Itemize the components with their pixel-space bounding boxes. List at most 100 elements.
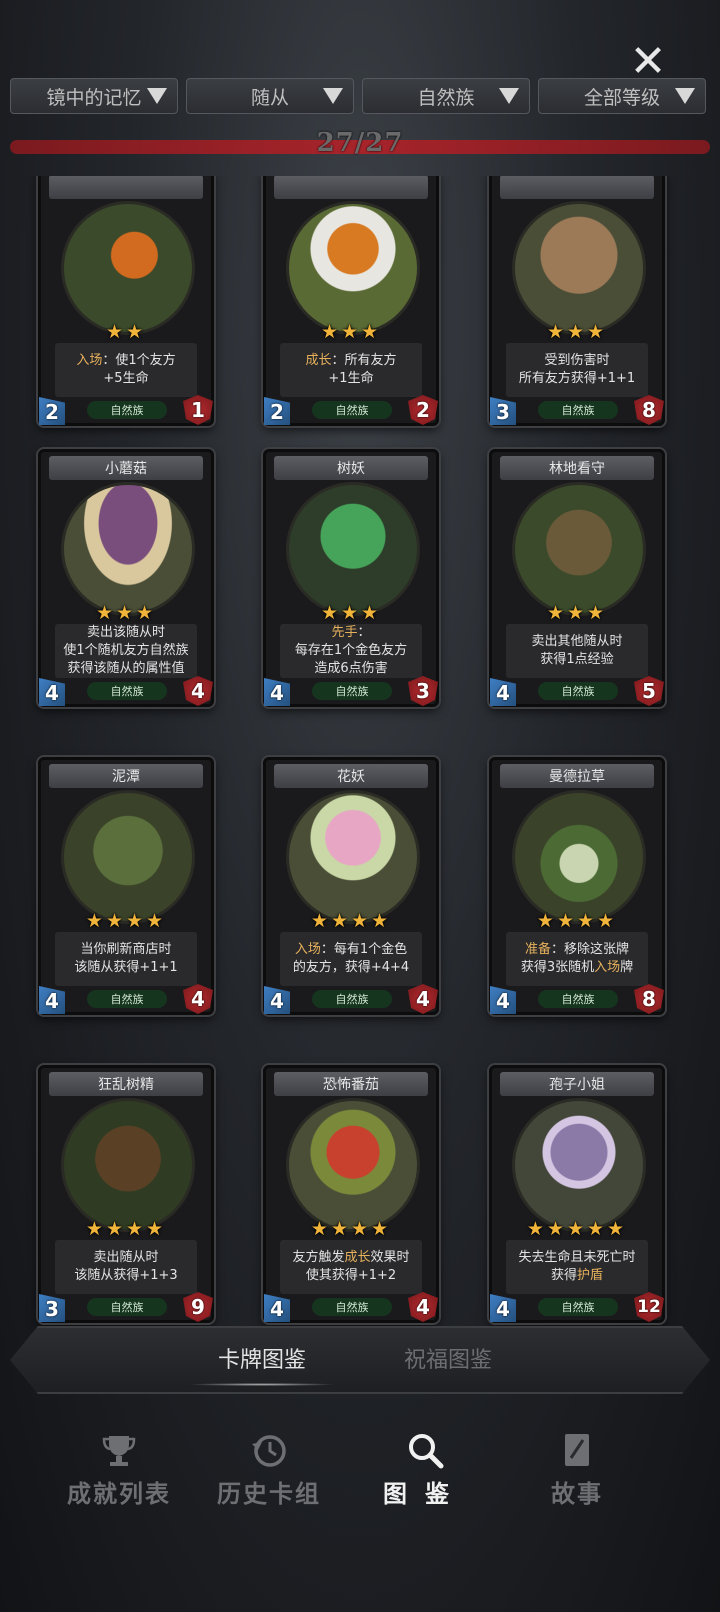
- minion-card[interactable]: 小蘑菇 ★★★ 卖出该随从时 使1个随机友方自然族 获得该随从的属性值 自然族 4 4: [38, 449, 214, 707]
- card-portrait-flower-fairy: [286, 790, 420, 924]
- card-portrait-dryad: [286, 482, 420, 616]
- minion-card[interactable]: 树妖 ★★★ 先手： 每存在1个金色友方 造成6点伤害 自然族 4 3: [263, 449, 439, 707]
- card-description: 受到伤害时 所有友方获得+1+1: [506, 343, 648, 397]
- history-icon: [252, 1435, 286, 1467]
- card-portrait-terror-tomato: [286, 1098, 420, 1232]
- tab-card-collection[interactable]: 卡牌图鉴: [187, 1342, 337, 1386]
- card-attack-badge: 2: [264, 397, 290, 425]
- minion-card[interactable]: 林地看守 ★★★ 卖出其他随从时 获得1点经验 自然族 4 5: [489, 449, 665, 707]
- dropdown-arrow-icon: [323, 88, 343, 104]
- card-attack-badge: 4: [264, 678, 290, 706]
- nav-label: 故事: [551, 1480, 603, 1508]
- card-attack-badge: 4: [490, 1294, 516, 1322]
- minion-card[interactable]: 花妖 ★★★★ 入场：每有1个金色 的友方，获得+4+4 自然族 4 4: [263, 757, 439, 1015]
- minion-card[interactable]: 泥潭 ★★★★ 当你刷新商店时 该随从获得+1+1 自然族 4 4: [38, 757, 214, 1015]
- nav-story[interactable]: 故事: [502, 1430, 652, 1520]
- card-name: 树妖: [274, 456, 428, 480]
- card-name: [49, 176, 203, 199]
- nav-collection[interactable]: 图鉴: [350, 1430, 500, 1520]
- card-health-badge: 4: [183, 676, 213, 706]
- card-portrait-wood-golem: [512, 201, 646, 335]
- card-race-tag: 自然族: [87, 990, 167, 1008]
- filter-label: 随从: [250, 86, 289, 109]
- card-description: 卖出随从时 该随从获得+1+3: [55, 1240, 197, 1294]
- card-star-rating: ★★★: [95, 602, 157, 624]
- card-attack-badge: 4: [39, 986, 65, 1014]
- card-health-badge: 5: [634, 676, 664, 706]
- filter-dropdown-level[interactable]: 全部等级: [538, 78, 706, 114]
- dropdown-arrow-icon: [675, 88, 695, 104]
- card-description: 成长：所有友方 +1生命: [280, 343, 422, 397]
- card-star-rating: ★★★★: [536, 910, 618, 932]
- card-portrait-pumpkin-cat: [286, 201, 420, 335]
- filter-dropdown-race[interactable]: 自然族: [362, 78, 530, 114]
- minion-card[interactable]: ★★ 入场：使1个友方 +5生命自然族 2 1: [38, 176, 214, 426]
- minion-card[interactable]: 曼德拉草 ★★★★ 准备：移除这张牌 获得3张随机入场牌 自然族 4 8: [489, 757, 665, 1015]
- card-name: 林地看守: [500, 456, 654, 480]
- filter-label: 镜中的记忆: [46, 86, 142, 109]
- card-description: 失去生命且未死亡时 获得护盾: [506, 1240, 648, 1294]
- nav-label: 历史卡组: [217, 1480, 321, 1508]
- minion-card[interactable]: ★★★ 成长：所有友方 +1生命自然族 2 2: [263, 176, 439, 426]
- minion-card[interactable]: 恐怖番茄 ★★★★ 友方触发成长效果时 使其获得+1+2 自然族 4 4: [263, 1065, 439, 1323]
- card-name: 泥潭: [49, 764, 203, 788]
- card-attack-badge: 4: [490, 986, 516, 1014]
- tab-blessing-collection[interactable]: 祝福图鉴: [404, 1342, 492, 1374]
- card-portrait-mandrake: [512, 790, 646, 924]
- filter-label: 全部等级: [583, 86, 660, 109]
- filter-bar: 镜中的记忆 随从 自然族 全部等级: [10, 78, 710, 114]
- nav-achievements[interactable]: 成就列表: [44, 1430, 194, 1520]
- card-star-rating: ★★★★: [310, 1218, 392, 1240]
- card-attack-badge: 4: [490, 678, 516, 706]
- card-portrait-frenzied-treant: [61, 1098, 195, 1232]
- card-description: 友方触发成长效果时 使其获得+1+2: [280, 1240, 422, 1294]
- card-race-tag: 自然族: [312, 401, 392, 419]
- dropdown-arrow-icon: [147, 88, 167, 104]
- nav-history-decks[interactable]: 历史卡组: [194, 1430, 344, 1520]
- card-name: 小蘑菇: [49, 456, 203, 480]
- minion-card[interactable]: 孢子小姐 ★★★★★ 失去生命且未死亡时 获得护盾 自然族 4 12: [489, 1065, 665, 1323]
- card-race-tag: 自然族: [538, 682, 618, 700]
- card-health-badge: 1: [183, 395, 213, 425]
- minion-card[interactable]: 狂乱树精 ★★★★ 卖出随从时 该随从获得+1+3 自然族 3 9: [38, 1065, 214, 1323]
- card-health-badge: 8: [634, 395, 664, 425]
- card-star-rating: ★★★: [546, 321, 608, 343]
- filter-label: 自然族: [417, 86, 475, 109]
- card-description: 准备：移除这张牌 获得3张随机入场牌: [506, 932, 648, 986]
- card-grid[interactable]: ★★ 入场：使1个友方 +5生命 自然族 2 1 ★★★ 成长：所有友方 +1生命 自然族 2 2 ★★…: [0, 176, 720, 1362]
- card-race-tag: 自然族: [312, 682, 392, 700]
- minion-card[interactable]: ★★★ 受到伤害时 所有友方获得+1+1 自然族 3 8: [489, 176, 665, 426]
- card-name: 曼德拉草: [500, 764, 654, 788]
- card-star-rating: ★★: [105, 321, 147, 343]
- card-star-rating: ★★★: [320, 321, 382, 343]
- magnifier-icon: [409, 1434, 444, 1469]
- card-name: 恐怖番茄: [274, 1072, 428, 1096]
- card-race-tag: 自然族: [87, 682, 167, 700]
- card-portrait-spore-lady: [512, 1098, 646, 1232]
- card-attack-badge: 2: [39, 397, 65, 425]
- nav-label: 成就列表: [67, 1480, 171, 1508]
- card-race-tag: 自然族: [538, 990, 618, 1008]
- card-description: 卖出该随从时 使1个随机友方自然族 获得该随从的属性值: [55, 624, 197, 678]
- card-star-rating: ★★★: [320, 602, 382, 624]
- book-icon: [565, 1434, 589, 1466]
- card-race-tag: 自然族: [87, 1298, 167, 1316]
- card-health-badge: 4: [408, 984, 438, 1014]
- card-race-tag: 自然族: [312, 990, 392, 1008]
- filter-dropdown-type[interactable]: 随从: [186, 78, 354, 114]
- bottom-nav: 成就列表 历史卡组 图鉴 故事: [0, 1420, 720, 1530]
- card-race-tag: 自然族: [87, 401, 167, 419]
- card-description: 入场：每有1个金色 的友方，获得+4+4: [280, 932, 422, 986]
- card-attack-badge: 3: [39, 1294, 65, 1322]
- card-description: 入场：使1个友方 +5生命: [55, 343, 197, 397]
- card-portrait-pumpkin-reaper: [61, 201, 195, 335]
- card-star-rating: ★★★★: [310, 910, 392, 932]
- card-race-tag: 自然族: [538, 1298, 618, 1316]
- card-name: [274, 176, 428, 199]
- card-health-badge: 2: [408, 395, 438, 425]
- filter-dropdown-mode[interactable]: 镜中的记忆: [10, 78, 178, 114]
- collection-progress-text: 27/27: [316, 128, 404, 158]
- card-description: 当你刷新商店时 该随从获得+1+1: [55, 932, 197, 986]
- card-attack-badge: 4: [264, 1294, 290, 1322]
- card-attack-badge: 4: [264, 986, 290, 1014]
